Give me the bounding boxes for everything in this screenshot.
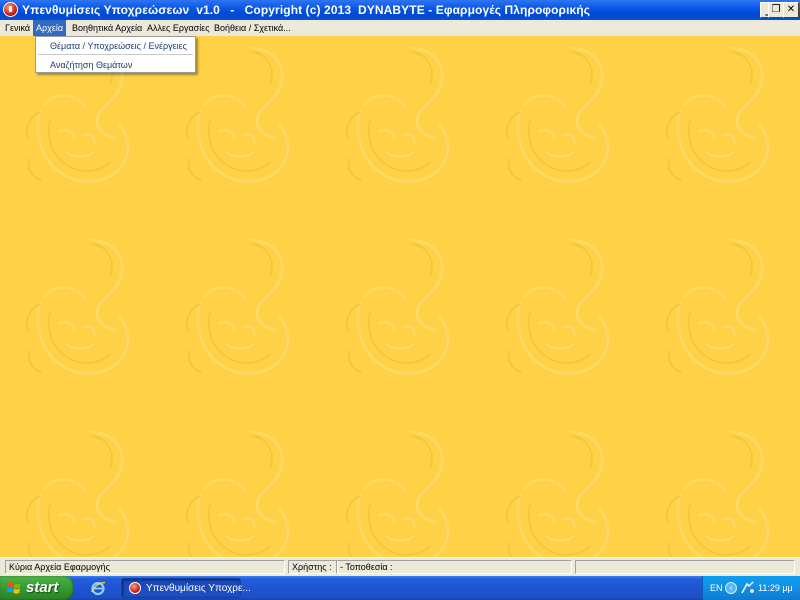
mdi-workspace — [0, 36, 800, 557]
status-bar: Κύρια Αρχεία Εφαρμογής Χρήστης : - Τοποθ… — [0, 557, 800, 576]
menu-files[interactable]: Αρχεία — [33, 20, 67, 36]
lion-head-watermark-icon — [345, 430, 450, 557]
language-indicator[interactable]: EN — [710, 583, 723, 593]
lion-head-watermark-icon — [185, 238, 290, 375]
status-panel-user: Χρήστης : — [288, 560, 338, 574]
status-panel-location: - Τοποθεσία : — [336, 560, 572, 574]
taskbar: start Υπενθυμίσεις Υποχρε... EN ‹ 11:29 … — [0, 576, 800, 600]
lion-head-watermark-icon — [25, 238, 130, 375]
lion-head-watermark-icon — [505, 430, 610, 557]
restore-button[interactable]: ❐ — [768, 2, 784, 18]
menu-help-about[interactable]: Βοήθεια / Σχετικά... — [211, 20, 294, 36]
menu-item-search-topics[interactable]: Αναζήτηση Θεμάτων — [36, 58, 195, 72]
taskbar-app-label: Υπενθυμίσεις Υποχρε... — [146, 583, 251, 594]
lion-head-watermark-icon — [665, 430, 770, 557]
window-title: Υπενθυμίσεις Υποχρεώσεων v1.0 - Copyrigh… — [22, 3, 591, 17]
menu-other-tasks[interactable]: Αλλες Εργασίες — [144, 20, 213, 36]
menu-item-topics-obligations-actions[interactable]: Θέματα / Υποχρεώσεις / Ενέργειες — [36, 39, 195, 53]
menu-auxiliary-files[interactable]: Βοηθητικά Αρχεία — [69, 20, 145, 36]
lion-head-watermark-icon — [505, 238, 610, 375]
status-panel-extra — [575, 560, 795, 574]
lion-head-watermark-icon — [185, 430, 290, 557]
network-icon[interactable] — [740, 581, 756, 595]
status-panel-main: Κύρια Αρχεία Εφαρμογής — [5, 560, 285, 574]
start-button[interactable]: start — [0, 576, 74, 600]
system-tray: EN ‹ 11:29 μμ — [702, 576, 800, 600]
start-label: start — [26, 579, 59, 596]
app-icon[interactable] — [3, 2, 18, 17]
internet-explorer-icon[interactable] — [90, 580, 106, 596]
close-button[interactable]: ✕ — [783, 2, 799, 18]
lion-head-watermark-icon — [345, 46, 450, 183]
windows-logo-icon — [7, 582, 21, 594]
menu-separator — [38, 54, 193, 55]
lion-head-watermark-icon — [665, 238, 770, 375]
files-dropdown-menu: Θέματα / Υποχρεώσεις / Ενέργειες Αναζήτη… — [35, 36, 196, 73]
lion-head-watermark-icon — [25, 430, 130, 557]
menu-bar: Γενικά Αρχεία Βοηθητικά Αρχεία Αλλες Εργ… — [0, 20, 800, 36]
lion-head-watermark-icon — [345, 238, 450, 375]
menu-general[interactable]: Γενικά — [2, 20, 33, 36]
taskbar-app-button[interactable]: Υπενθυμίσεις Υποχρε... — [121, 578, 251, 598]
clock: 11:29 μμ — [758, 583, 793, 593]
app-icon — [129, 582, 141, 594]
lion-head-watermark-icon — [665, 46, 770, 183]
show-hidden-icons-chevron-icon[interactable]: ‹ — [725, 582, 737, 594]
lion-head-watermark-icon — [185, 46, 290, 183]
title-bar[interactable]: Υπενθυμίσεις Υποχρεώσεων v1.0 - Copyrigh… — [0, 0, 800, 20]
lion-head-watermark-icon — [505, 46, 610, 183]
